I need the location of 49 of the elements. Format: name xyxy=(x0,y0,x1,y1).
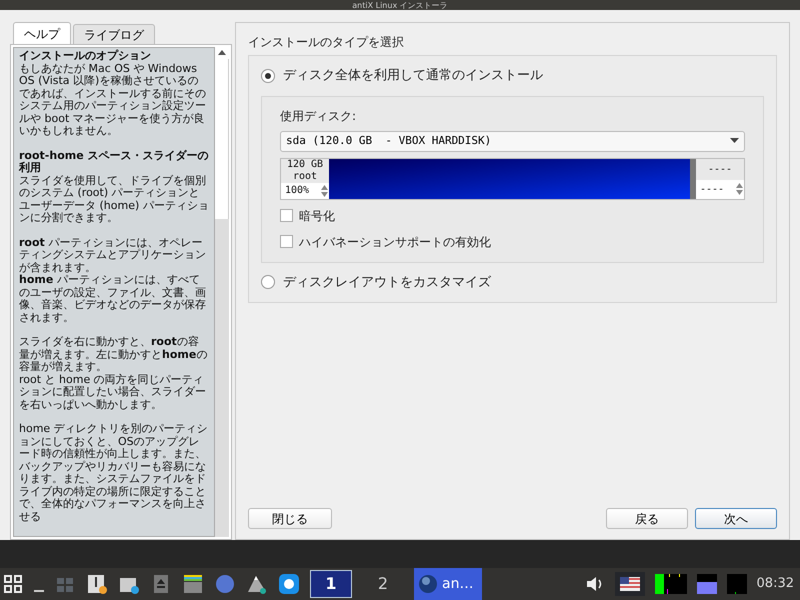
checkbox[interactable] xyxy=(280,209,293,222)
keyboard-layout-button[interactable] xyxy=(614,572,645,596)
window-title: antiX Linux インストーラ xyxy=(352,1,448,10)
partition-label: root xyxy=(292,170,318,182)
section-title: インストールのタイプを選択 xyxy=(248,34,405,51)
file-cabinet-icon[interactable] xyxy=(182,573,204,595)
checkbox-label: ハイバネーションサポートの有効化 xyxy=(299,234,491,250)
percent-spinbox[interactable]: ---- xyxy=(696,180,744,198)
radio-button[interactable] xyxy=(261,275,275,290)
help-paragraph: スライダを右に動かすと、rootの容量が増えます。左に動かすとhomeの容量が増えます。 xyxy=(19,336,208,374)
help-paragraph: root パーティションには、オペレーティングシステムとアプリケーションが含まれます。 xyxy=(19,236,207,274)
clock: 08:32 xyxy=(756,575,795,594)
tab[interactable]: ライブログ xyxy=(73,24,155,44)
taskbar-window-button[interactable]: an… xyxy=(414,568,482,600)
slider-handle[interactable] xyxy=(690,158,696,198)
checkbox-label: 暗号化 xyxy=(299,208,335,224)
percent-spinbox[interactable]: 100% xyxy=(281,182,329,198)
radio-label: ディスク全体を利用して通常のインストール xyxy=(283,67,543,85)
checkbox[interactable] xyxy=(280,235,293,248)
help-paragraph: home ディレクトリを別のパーティションにしておくと、OSのアップグレード時の信頼性が向上します。また、バックアップやリカバリーも容易になります。また、システムファイルをドライブ内の特定の場所に限定することで、全体的なパフォーマンスを向上させる xyxy=(19,423,209,523)
spin-arrows-icon[interactable] xyxy=(736,182,743,196)
back-button[interactable]: 戻る xyxy=(606,508,688,529)
memory-monitor-icon xyxy=(696,574,717,594)
help-paragraph: root と home の両方を同じパーティションに配置したい場合、スライダーを右いっぱいへ動かします。 xyxy=(19,374,207,411)
network-monitor-icon xyxy=(726,574,747,594)
spin-arrows-icon[interactable] xyxy=(321,184,328,198)
help-paragraph: home パーティションには、すべてのユーザの設定、ファイル、文書、画像、音楽、ビデオなどのデータが保存されます。 xyxy=(19,274,207,324)
help-heading: インストールのオプション xyxy=(19,50,152,62)
workspace-button[interactable]: 2 xyxy=(362,570,404,598)
caret-icon xyxy=(730,138,739,144)
help-heading: root-home スペース・スライダーの利用 xyxy=(19,150,209,174)
installer-icon[interactable] xyxy=(86,573,108,595)
disk-dropdown[interactable]: sda (120.0 GB - VBOX HARDDISK) xyxy=(280,130,745,152)
grid-menu-icon[interactable] xyxy=(2,573,24,595)
partition-slider[interactable]: 120 GB root 100% ---- ---- xyxy=(280,158,745,200)
radio-label: ディスクレイアウトをカスタマイズ xyxy=(283,274,491,292)
next-button[interactable]: 次へ xyxy=(695,508,777,529)
help-paragraph: もしあなたが Mac OS や Windows OS (Vista 以降)を稼働させているのであれば、インストールする前にそのシステム用のパーティション設定ツールや boot マネージャーを使う方が良いかもしれません。 xyxy=(19,62,207,138)
tab[interactable]: ヘルプ xyxy=(13,22,71,44)
size-label: ---- xyxy=(706,162,734,176)
cpu-monitor-icon xyxy=(654,574,687,594)
radio-button[interactable] xyxy=(261,68,275,83)
disk-label: 使用ディスク: xyxy=(280,108,358,124)
help-paragraph: スライダを使用して、ドライブを個別のシステム (root) パーティションとユーザーデータ (home) パーティションに分割できます。 xyxy=(19,174,209,224)
close-button[interactable]: 閉じる xyxy=(248,508,332,529)
workspace-button[interactable]: 1 xyxy=(310,570,352,598)
flag-icon xyxy=(620,577,640,591)
globe-icon xyxy=(418,574,438,594)
size-label: 120 GB xyxy=(286,158,324,170)
